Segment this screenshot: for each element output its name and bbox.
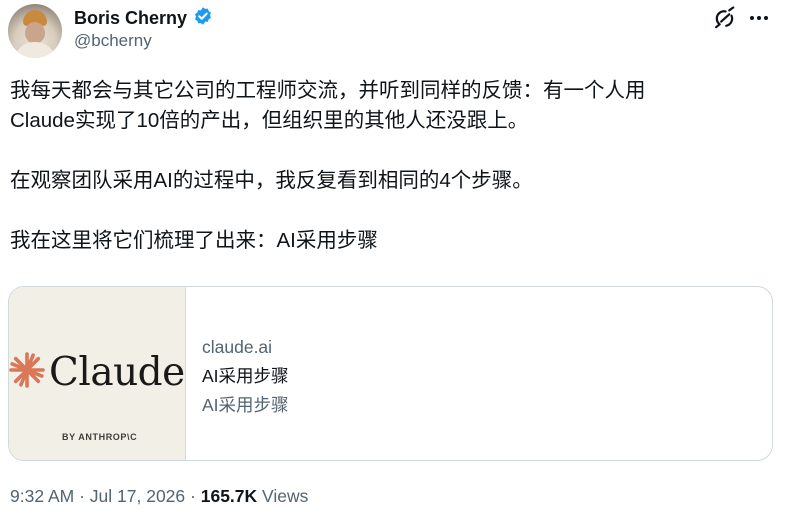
avatar-face	[25, 22, 45, 44]
grok-icon[interactable]	[712, 6, 736, 30]
claude-logo: Claude	[9, 350, 185, 395]
avatar-shirt	[14, 42, 56, 58]
author-avatar[interactable]	[8, 4, 62, 58]
link-card-domain: claude.ai	[202, 337, 273, 357]
tweet-line: 我每天都会与其它公司的工程师交流，并听到同样的反馈：有一个人用	[10, 79, 646, 102]
views-count[interactable]: 165.7K	[201, 486, 257, 506]
tweet-date[interactable]: Jul 17, 2026	[90, 486, 185, 506]
link-card-title: AI采用步骤	[202, 366, 289, 386]
tweet-line: 我在这里将它们梳理了出来：AI采用步骤	[10, 229, 378, 252]
views-label: Views	[262, 486, 309, 506]
tweet-meta: 9:32 AM · Jul 17, 2026 · 165.7K Views	[10, 486, 308, 507]
verified-badge-icon	[193, 6, 213, 31]
link-card-image: Claude BY ANTHROP\C	[9, 287, 186, 460]
tweet-time[interactable]: 9:32 AM	[10, 486, 74, 506]
claude-logo-text: Claude	[49, 350, 185, 395]
more-options-icon[interactable]	[747, 6, 771, 30]
meta-separator: ·	[190, 486, 196, 506]
tweet-text: 我每天都会与其它公司的工程师交流，并听到同样的反馈：有一个人用 Claude实现…	[10, 76, 780, 256]
link-card-description: AI采用步骤	[202, 395, 289, 415]
link-preview-card[interactable]: Claude BY ANTHROP\C claude.ai AI采用步骤 AI采…	[8, 286, 773, 461]
tweet-line: 在观察团队采用AI的过程中，我反复看到相同的4个步骤。	[10, 169, 533, 192]
author-name-row: Boris Cherny	[74, 6, 213, 31]
anthropic-byline: BY ANTHROP\C	[62, 432, 138, 442]
meta-separator: ·	[79, 486, 85, 506]
tweet-line: Claude实现了10倍的产出，但组织里的其他人还没跟上。	[10, 109, 529, 132]
author-display-name[interactable]: Boris Cherny	[74, 8, 187, 29]
claude-starburst-icon	[9, 352, 45, 393]
author-handle[interactable]: @bcherny	[74, 31, 152, 51]
link-card-body: claude.ai AI采用步骤 AI采用步骤	[186, 287, 289, 460]
